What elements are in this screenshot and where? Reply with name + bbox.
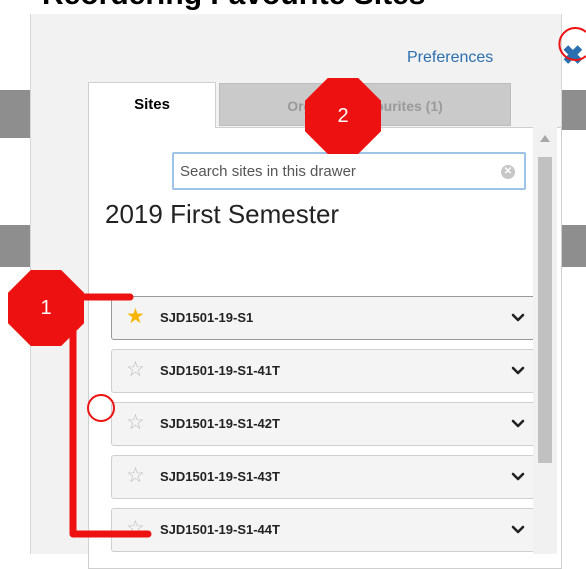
site-row[interactable]: ☆ SJD1501-19-S1-41T xyxy=(111,349,543,393)
star-empty-icon[interactable]: ☆ xyxy=(126,411,145,435)
preferences-link[interactable]: Preferences xyxy=(407,49,493,67)
term-heading: 2019 First Semester xyxy=(105,199,340,229)
page-title: Reordering Favourite Sites xyxy=(42,0,425,12)
sites-panel: ✕ 2019 First Semester ★ SJD1501-19-S1 ☆ … xyxy=(88,127,562,569)
close-icon[interactable]: ✖ xyxy=(562,42,584,68)
star-empty-icon[interactable]: ☆ xyxy=(126,358,145,382)
background-page-bar xyxy=(0,225,30,267)
background-page-bar xyxy=(560,90,586,130)
scroll-thumb[interactable] xyxy=(538,157,552,463)
chevron-down-icon[interactable] xyxy=(510,416,526,432)
search-input[interactable] xyxy=(172,152,526,190)
site-row[interactable]: ☆ SJD1501-19-S1-43T xyxy=(111,455,543,499)
clear-search-icon[interactable]: ✕ xyxy=(501,165,515,179)
star-filled-icon[interactable]: ★ xyxy=(126,305,145,329)
site-name: SJD1501-19-S1-42T xyxy=(160,416,280,431)
scrollbar[interactable] xyxy=(533,127,557,554)
sites-drawer: Preferences ✖ Sites Organize Favourites … xyxy=(30,14,584,569)
chevron-down-icon[interactable] xyxy=(510,522,526,538)
star-empty-icon[interactable]: ☆ xyxy=(126,517,145,541)
background-page-bar xyxy=(0,90,30,138)
star-empty-icon[interactable]: ☆ xyxy=(126,464,145,488)
scroll-up-arrow[interactable] xyxy=(540,135,550,142)
chevron-down-icon[interactable] xyxy=(510,310,526,326)
chevron-down-icon[interactable] xyxy=(510,363,526,379)
site-name: SJD1501-19-S1-41T xyxy=(160,363,280,378)
site-name: SJD1501-19-S1 xyxy=(160,310,254,325)
chevron-down-icon[interactable] xyxy=(510,469,526,485)
site-name: SJD1501-19-S1-43T xyxy=(160,469,280,484)
site-row[interactable]: ☆ SJD1501-19-S1-42T xyxy=(111,402,543,446)
site-name: SJD1501-19-S1-44T xyxy=(160,522,280,537)
site-row[interactable]: ★ SJD1501-19-S1 xyxy=(111,296,543,340)
background-page-bar xyxy=(560,225,586,267)
site-row[interactable]: ☆ SJD1501-19-S1-44T xyxy=(111,508,543,552)
tab-sites[interactable]: Sites xyxy=(88,82,216,128)
